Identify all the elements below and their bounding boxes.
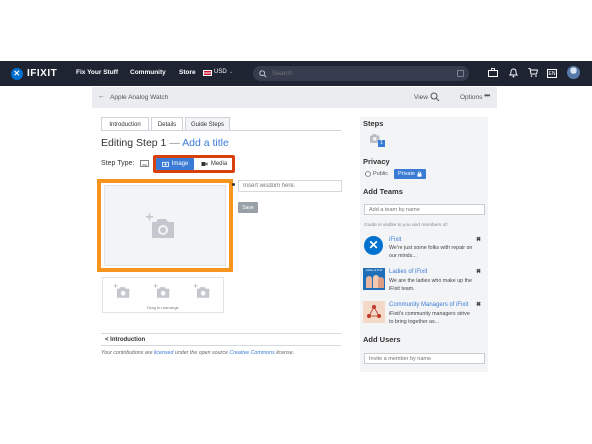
currency-selector[interactable]: USD xyxy=(214,69,227,75)
creative-commons-link[interactable]: Creative Commons xyxy=(229,350,274,356)
add-thumbnail-3-icon[interactable] xyxy=(193,283,211,299)
nav-link-fix-your-stuff[interactable]: Fix Your Stuff xyxy=(76,69,118,76)
add-title-link[interactable]: Add a title xyxy=(182,137,229,149)
steps-heading: Steps xyxy=(363,119,384,128)
more-dots-icon[interactable]: ••• xyxy=(484,91,490,100)
search-bar[interactable] xyxy=(253,66,469,81)
private-label: Private xyxy=(397,171,416,177)
tab-divider xyxy=(101,130,341,131)
licensed-link[interactable]: licensed xyxy=(154,350,173,356)
breadcrumb-device[interactable]: Apple Analog Watch xyxy=(110,94,168,101)
drag-caption: Drag to rearrange xyxy=(147,305,179,310)
logo-text: IFIXIT xyxy=(27,68,58,79)
ifixit-logo[interactable]: ✕ IFIXIT xyxy=(11,67,57,80)
privacy-heading: Privacy xyxy=(363,157,390,166)
step-type-media-button[interactable]: Media xyxy=(196,158,232,170)
license-mid: under the open source xyxy=(173,350,230,356)
tab-guide-steps[interactable]: Guide Steps xyxy=(185,117,230,131)
options-label[interactable]: Options xyxy=(460,94,482,101)
add-users-heading: Add Users xyxy=(363,335,401,344)
view-label[interactable]: View xyxy=(414,94,428,101)
introduction-link[interactable]: < Introduction xyxy=(101,333,341,346)
add-teams-heading: Add Teams xyxy=(363,187,403,196)
add-thumbnail-1-icon[interactable] xyxy=(113,283,131,299)
public-label: Public xyxy=(373,171,388,177)
user-search-input[interactable] xyxy=(364,353,485,364)
team-ladies-logo: Ladies of iFixit xyxy=(363,268,385,290)
user-avatar[interactable] xyxy=(567,66,580,79)
tab-introduction[interactable]: Introduction xyxy=(101,117,149,131)
license-suffix: license. xyxy=(274,350,295,356)
license-prefix: Your contributions are xyxy=(101,350,154,356)
bullet-dot xyxy=(232,183,235,186)
remove-team-icon[interactable]: ✖ xyxy=(476,236,481,243)
back-arrow-icon[interactable]: ← xyxy=(98,93,105,100)
team-name[interactable]: Community Managers of iFixit xyxy=(389,302,468,308)
step-number-badge: 1 xyxy=(378,140,385,147)
logo-mark-icon: ✕ xyxy=(11,67,23,80)
team-description: We're just some folks with repair on our… xyxy=(389,245,473,259)
step-heading-text: Editing Step 1 xyxy=(101,137,167,149)
tab-details[interactable]: Details xyxy=(151,117,183,131)
keyboard-icon xyxy=(140,160,149,167)
search-input[interactable] xyxy=(272,70,442,77)
remove-team-icon[interactable]: ✖ xyxy=(476,301,481,308)
remove-team-icon[interactable]: ✖ xyxy=(476,268,481,275)
step-heading: Editing Step 1 — Add a title xyxy=(101,137,229,149)
camera-icon xyxy=(161,161,169,167)
nav-link-store[interactable]: Store xyxy=(179,69,196,76)
heading-dash: — xyxy=(169,137,180,149)
license-text: Your contributions are licensed under th… xyxy=(101,350,294,356)
add-photo-icon[interactable] xyxy=(145,212,177,240)
step-type-label: Step Type: xyxy=(101,160,135,167)
us-flag-icon xyxy=(203,70,212,76)
image-label: Image xyxy=(171,161,189,167)
search-icon xyxy=(259,69,267,78)
toolbox-icon[interactable] xyxy=(487,68,498,79)
team-description: iFixit's community managers strive to br… xyxy=(389,311,470,325)
media-label: Media xyxy=(210,161,228,167)
nav-link-community[interactable]: Community xyxy=(130,69,166,76)
bell-icon[interactable] xyxy=(508,68,519,79)
team-search-input[interactable] xyxy=(364,204,485,215)
lock-icon xyxy=(417,171,422,177)
step-type-image-button[interactable]: Image xyxy=(156,158,194,170)
visibility-note: Guide is visible to you and members of: xyxy=(364,223,448,228)
team-community-logo xyxy=(363,301,385,323)
chevron-down-icon: ⌄ xyxy=(229,69,234,75)
cart-icon[interactable] xyxy=(527,68,538,79)
private-toggle[interactable]: Private xyxy=(394,169,426,179)
team-name[interactable]: Ladies of iFixit xyxy=(389,269,427,275)
view-magnify-icon[interactable] xyxy=(430,92,440,102)
add-thumbnail-2-icon[interactable] xyxy=(153,283,171,299)
language-icon[interactable]: EN xyxy=(547,69,557,78)
globe-icon xyxy=(365,171,371,177)
video-icon xyxy=(201,162,208,166)
save-button[interactable]: Save xyxy=(238,202,258,213)
public-toggle[interactable]: Public xyxy=(365,169,395,179)
bullet-text-input[interactable] xyxy=(238,180,342,192)
team-ifixit-logo: ✕ xyxy=(364,236,383,255)
team-ladies-logo-text: Ladies of iFixit xyxy=(365,269,383,272)
keyboard-shortcut-icon xyxy=(457,70,464,77)
team-description: We are the ladies who make up the iFixit… xyxy=(389,278,472,292)
team-name[interactable]: iFixit xyxy=(389,237,401,243)
